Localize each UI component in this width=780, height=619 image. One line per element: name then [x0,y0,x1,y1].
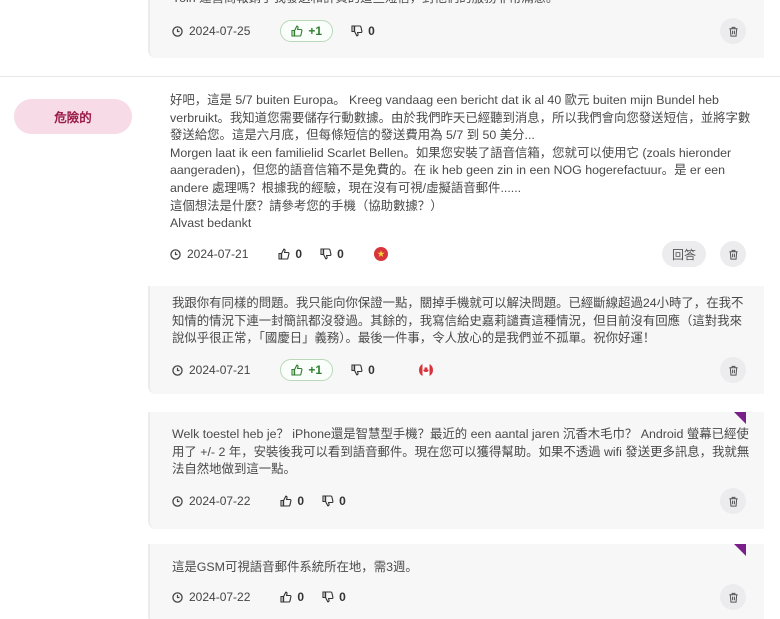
dislike-count: 0 [337,247,344,261]
thumbs-up-icon [291,364,303,376]
trash-icon [728,592,738,603]
danger-badge: 危險的 [14,99,132,134]
section-divider [0,76,780,77]
post-date: 2024-07-21 [187,247,249,261]
delete-button[interactable] [720,18,746,44]
canada-flag-icon [418,363,433,377]
post-meta: 2024-07-21 0 0 [170,242,388,266]
post-date: 2024-07-21 [189,363,251,377]
post-card: 好吧，這是 5/7 buiten Europa。 Kreeg vandaag e… [148,84,764,276]
dislike-button[interactable]: 0 [351,24,375,38]
thumbs-down-icon [351,25,363,37]
like-button[interactable]: 0 [278,247,302,261]
post-text: 好吧，這是 5/7 buiten Europa。 Kreeg vandaag e… [170,93,751,231]
like-count: 0 [297,494,305,508]
delete-button[interactable] [720,488,746,514]
clock-icon [172,364,183,376]
post-text: Yoin 運營商報銷了我發送和計費的這些短信，對他們的服務非常滿意。 [150,0,764,8]
thumbs-up-icon [280,591,292,603]
post-date: 2024-07-25 [189,24,251,38]
like-button[interactable]: 0 [280,494,304,508]
dislike-button[interactable]: 0 [322,494,346,508]
post-text: 這是GSM可視語音郵件系統所在地，需3週。 [172,560,418,574]
delete-button[interactable] [720,241,746,267]
like-button[interactable]: +1 [280,359,334,381]
trash-icon [728,365,738,376]
post-card: Yoin 運營商報銷了我發送和計費的這些短信，對他們的服務非常滿意。 2024-… [148,0,764,58]
country-flag-icon [373,247,388,261]
thumbs-down-icon [351,364,363,376]
trash-icon [728,249,738,260]
post-card: 這是GSM可視語音郵件系統所在地，需3週。 2024-07-22 0 0 [148,544,764,619]
delete-button[interactable] [720,584,746,610]
like-count: 0 [297,590,305,604]
post-card: Welk toestel heb je？ iPhone還是智慧型手機？最近的 e… [148,412,764,529]
thumbs-up-icon [291,25,303,37]
post-date: 2024-07-22 [189,590,251,604]
like-count: +1 [308,363,323,377]
dislike-button[interactable]: 0 [351,363,375,377]
trash-icon [728,26,738,37]
post-text: 我跟你有同樣的問題。我只能向你保證一點，關掉手機就可以解決問題。已經斷線超過24… [172,296,744,346]
new-post-marker [734,544,746,556]
thumbs-down-icon [320,248,332,260]
clock-icon [170,248,181,260]
dislike-count: 0 [339,494,346,508]
post-card: 我跟你有同樣的問題。我只能向你保證一點，關掉手機就可以解決問題。已經斷線超過24… [148,286,764,394]
new-post-marker [734,412,746,424]
thumbs-down-icon [322,591,334,603]
trash-icon [728,496,738,507]
post-meta: 2024-07-25 +1 0 [172,19,375,43]
thumbs-down-icon [322,495,334,507]
clock-icon [172,25,183,37]
clock-icon [172,495,183,507]
clock-icon [172,591,183,603]
post-meta: 2024-07-22 0 0 [172,585,346,609]
thumbs-up-icon [280,495,292,507]
reply-button[interactable]: 回答 [661,241,706,267]
like-button[interactable]: +1 [280,20,334,42]
dislike-button[interactable]: 0 [322,590,346,604]
post-text: Welk toestel heb je？ iPhone還是智慧型手機？最近的 e… [172,427,750,477]
like-count: 0 [295,247,303,261]
post-meta: 2024-07-21 +1 0 [172,358,433,382]
dislike-count: 0 [368,24,375,38]
post-meta: 2024-07-22 0 0 [172,489,346,513]
like-button[interactable]: 0 [280,590,304,604]
post-date: 2024-07-22 [189,494,251,508]
thumbs-up-icon [278,248,290,260]
dislike-count: 0 [339,590,346,604]
dislike-button[interactable]: 0 [320,247,344,261]
dislike-count: 0 [368,363,375,377]
delete-button[interactable] [720,357,746,383]
like-count: +1 [308,24,323,38]
